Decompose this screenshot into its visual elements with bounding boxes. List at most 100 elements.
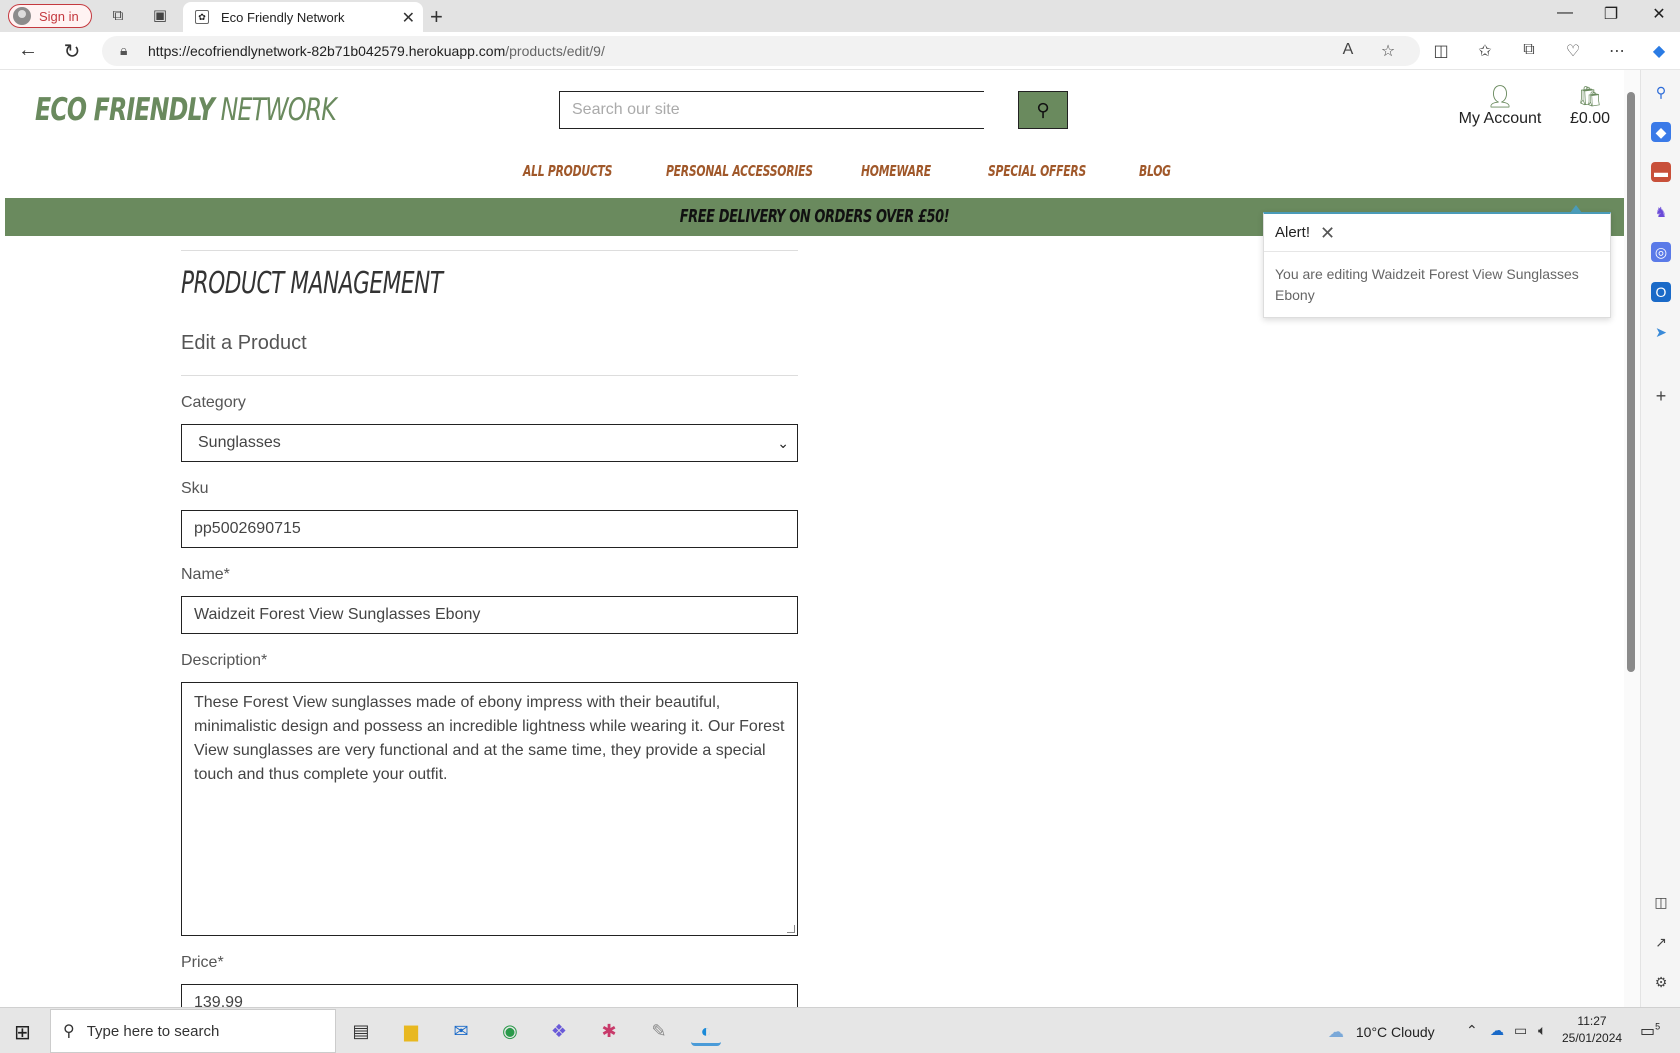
profile-icon xyxy=(13,7,31,25)
site-search-input[interactable]: Search our site xyxy=(559,91,984,129)
collections-icon[interactable]: ⧉ xyxy=(1518,41,1540,59)
sidebar-shopping-icon[interactable]: ◆ xyxy=(1651,122,1671,142)
banner-text: FREE DELIVERY ON ORDERS OVER £50! xyxy=(679,206,950,227)
favorites-icon[interactable]: ✩ xyxy=(1474,41,1496,61)
window-close-icon[interactable]: ✕ xyxy=(1644,4,1674,24)
task-view-icon[interactable]: ▤ xyxy=(346,1016,376,1046)
signin-label: Sign in xyxy=(39,8,79,24)
read-aloud-icon[interactable]: A xyxy=(1337,41,1359,59)
form-subtitle: Edit a Product xyxy=(181,332,307,354)
windows-taskbar: ⊞ ⚲ Type here to search ▤ ▆ ✉ ◉ ❖ ✱ ✎ ◐ … xyxy=(0,1007,1680,1053)
sidebar-panel-icon[interactable]: ◫ xyxy=(1651,892,1671,912)
browser-tab-bar: Sign in ⧉ ▣ ✿ Eco Friendly Network ✕ + —… xyxy=(0,0,1680,32)
search-icon: ⚲ xyxy=(1036,100,1050,120)
new-tab-button[interactable]: + xyxy=(430,4,443,30)
slack-icon[interactable]: ✱ xyxy=(594,1016,624,1046)
browser-tab-active[interactable]: ✿ Eco Friendly Network ✕ xyxy=(183,2,423,32)
close-icon[interactable]: ✕ xyxy=(1320,214,1335,252)
price-label: Price* xyxy=(181,954,224,971)
toast-title: Alert! xyxy=(1275,224,1311,241)
search-icon: ⚲ xyxy=(63,1023,75,1040)
nav-blog[interactable]: BLOG xyxy=(1139,162,1171,180)
workspaces-icon[interactable]: ⧉ xyxy=(108,6,128,26)
restore-icon[interactable]: ❐ xyxy=(1596,4,1626,24)
resize-handle-icon[interactable] xyxy=(787,925,795,933)
nav-homeware[interactable]: HOMEWARE xyxy=(861,162,931,180)
system-clock[interactable]: 11:27 25/01/2024 xyxy=(1562,1013,1622,1047)
name-label: Name* xyxy=(181,566,230,583)
back-arrow-icon[interactable]: ← xyxy=(16,39,40,62)
my-account-link[interactable]: 👤︎ My Account xyxy=(1455,84,1545,128)
profile-signin-button[interactable]: Sign in xyxy=(8,4,92,28)
scrollbar-thumb[interactable] xyxy=(1627,92,1635,672)
taskbar-search-box[interactable]: ⚲ Type here to search xyxy=(50,1009,336,1053)
more-menu-icon[interactable]: ⋯ xyxy=(1606,41,1628,61)
browser-essentials-icon[interactable]: ♡ xyxy=(1562,41,1584,61)
logo-light: NETWORK xyxy=(213,92,337,128)
sku-input[interactable]: pp5002690715 xyxy=(181,510,798,548)
mail-icon[interactable]: ✉ xyxy=(446,1016,476,1046)
sidebar-add-icon[interactable]: + xyxy=(1651,386,1671,406)
sidebar-games-icon[interactable]: ♞ xyxy=(1651,202,1671,222)
url-bar[interactable]: https://ecofriendlynetwork-82b71b042579.… xyxy=(102,36,1420,66)
toast-header: Alert! ✕ xyxy=(1264,214,1610,252)
file-explorer-icon[interactable]: ▆ xyxy=(396,1016,426,1046)
divider xyxy=(181,375,798,376)
favorite-star-icon[interactable]: ☆ xyxy=(1377,41,1399,61)
name-input[interactable]: Waidzeit Forest View Sunglasses Ebony xyxy=(181,596,798,634)
split-screen-icon[interactable]: ◫ xyxy=(1430,41,1452,61)
tray-chevron-up-icon[interactable]: ⌃ xyxy=(1466,1022,1478,1039)
edge-sidebar: ⚲ ◆ ▬ ♞ ◎ O ➤ + ◫ ↗ ⚙ xyxy=(1640,70,1680,1007)
nav-all-products[interactable]: ALL PRODUCTS xyxy=(523,162,612,180)
copilot-app-icon[interactable]: ❖ xyxy=(544,1016,574,1046)
search-button[interactable]: ⚲ xyxy=(1018,91,1068,129)
sidebar-external-icon[interactable]: ↗ xyxy=(1651,932,1671,952)
onedrive-icon[interactable]: ☁ xyxy=(1490,1022,1504,1039)
lock-icon[interactable]: 🔒︎ xyxy=(120,42,127,59)
divider xyxy=(181,250,798,251)
web-page: ECO FRIENDLY NETWORK Search our site ⚲ 👤… xyxy=(5,70,1624,1007)
nav-special-offers[interactable]: SPECIAL OFFERS xyxy=(988,162,1086,180)
description-textarea[interactable]: These Forest View sunglasses made of ebo… xyxy=(181,682,798,936)
weather-widget[interactable]: ☁ 10°C Cloudy xyxy=(1328,1022,1435,1042)
weather-text: 10°C Cloudy xyxy=(1355,1024,1435,1040)
url-host: https://ecofriendlynetwork-82b71b042579.… xyxy=(148,43,506,59)
description-value: These Forest View sunglasses made of ebo… xyxy=(194,694,785,783)
notification-count: 5 xyxy=(1655,1021,1661,1032)
price-input[interactable]: 139.99 xyxy=(181,984,798,1007)
sidebar-search-icon[interactable]: ⚲ xyxy=(1651,82,1671,102)
alert-toast: Alert! ✕ You are editing Waidzeit Forest… xyxy=(1263,205,1611,318)
edge-browser-icon[interactable]: ◐ xyxy=(691,1016,721,1046)
clock-time: 11:27 xyxy=(1577,1014,1607,1028)
network-icon[interactable]: ▭ xyxy=(1514,1022,1527,1039)
notification-center-icon[interactable]: ▭5 xyxy=(1640,1021,1660,1041)
windows-start-icon[interactable]: ⊞ xyxy=(14,1020,31,1045)
nav-personal-accessories[interactable]: PERSONAL ACCESSORIES xyxy=(666,162,813,180)
site-favicon-icon: ✿ xyxy=(195,10,209,24)
address-toolbar: ← ↻ https://ecofriendlynetwork-82b71b042… xyxy=(0,32,1680,70)
settings-gear-icon[interactable]: ⚙ xyxy=(1651,972,1671,992)
account-label: My Account xyxy=(1458,110,1542,127)
category-select[interactable]: Sunglasses ⌄ xyxy=(181,424,798,462)
clock-date: 25/01/2024 xyxy=(1562,1031,1623,1045)
copilot-icon[interactable]: ◆ xyxy=(1648,41,1670,61)
logo-bold: ECO FRIENDLY xyxy=(35,92,215,128)
page-title: PRODUCT MANAGEMENT xyxy=(181,266,443,301)
gimp-icon[interactable]: ✎ xyxy=(644,1016,674,1046)
sidebar-drop-icon[interactable]: ➤ xyxy=(1651,322,1671,342)
shopping-bag-link[interactable]: 🛍︎ £0.00 xyxy=(1565,84,1615,128)
sidebar-tools-icon[interactable]: ▬ xyxy=(1651,162,1671,182)
chrome-icon[interactable]: ◉ xyxy=(495,1016,525,1046)
tab-close-icon[interactable]: ✕ xyxy=(402,8,415,28)
cloud-icon: ☁ xyxy=(1328,1024,1344,1041)
toast-caret xyxy=(1570,205,1582,213)
refresh-icon[interactable]: ↻ xyxy=(60,39,84,64)
sidebar-copilot-icon[interactable]: ◎ xyxy=(1651,242,1671,262)
sku-label: Sku xyxy=(181,480,209,497)
site-logo[interactable]: ECO FRIENDLY NETWORK xyxy=(35,92,337,128)
description-label: Description* xyxy=(181,652,268,669)
sidebar-outlook-icon[interactable]: O xyxy=(1651,282,1671,302)
minimize-icon[interactable]: — xyxy=(1550,4,1580,22)
vertical-tabs-icon[interactable]: ▣ xyxy=(150,6,170,26)
volume-icon[interactable]: 🔈︎ xyxy=(1538,1022,1546,1039)
